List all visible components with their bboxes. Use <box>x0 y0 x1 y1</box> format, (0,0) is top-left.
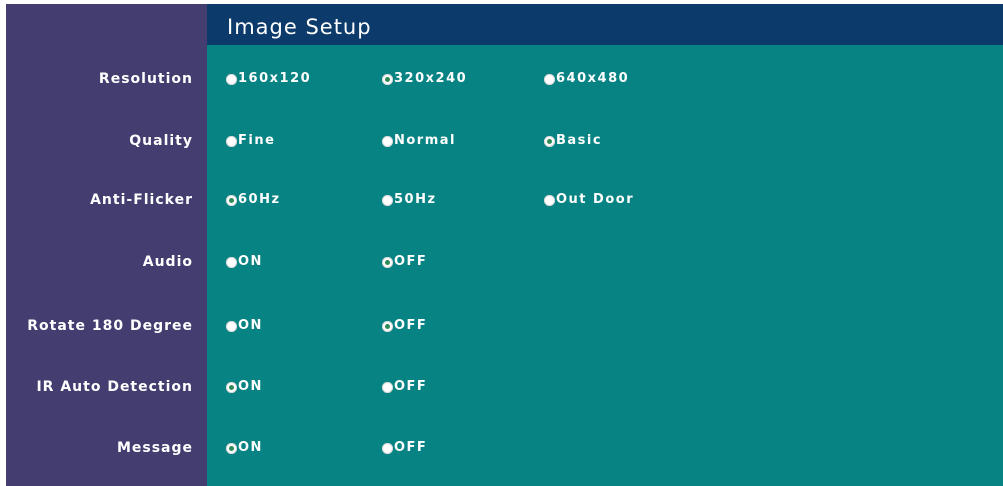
page-title: Image Setup <box>227 15 372 39</box>
audio-option-on[interactable]: ON <box>226 253 263 271</box>
image-setup-panel: Image Setup Resolution 160x120 320x240 640x… <box>6 4 1003 486</box>
anti-flicker-option-50hz[interactable]: 50Hz <box>382 191 437 209</box>
radio-unselected-icon[interactable] <box>226 73 237 85</box>
resolution-option-label: 640x480 <box>556 71 630 86</box>
anti-flicker-option-out-door[interactable]: Out Door <box>544 191 634 209</box>
ir-auto-detection-option-label: ON <box>238 379 263 394</box>
radio-unselected-icon[interactable] <box>382 381 393 393</box>
rotate-180-degree-label: Rotate 180 Degree <box>27 318 193 334</box>
quality-option-fine[interactable]: Fine <box>226 132 275 150</box>
radio-selected-icon[interactable] <box>226 442 237 454</box>
message-option-on[interactable]: ON <box>226 439 263 457</box>
radio-unselected-icon[interactable] <box>382 442 393 454</box>
radio-unselected-icon[interactable] <box>382 135 393 147</box>
radio-selected-icon[interactable] <box>382 320 393 332</box>
quality-option-label: Basic <box>556 133 603 148</box>
ir-auto-detection-option-off[interactable]: OFF <box>382 378 427 396</box>
radio-selected-icon[interactable] <box>544 135 555 147</box>
radio-selected-icon[interactable] <box>226 381 237 393</box>
rotate-180-degree-option-label: OFF <box>394 318 428 333</box>
radio-selected-icon[interactable] <box>226 194 237 206</box>
audio-label: Audio <box>142 254 193 270</box>
ir-auto-detection-option-label: OFF <box>394 379 428 394</box>
resolution-option-label: 320x240 <box>394 71 468 86</box>
rotate-180-degree-option-label: ON <box>238 318 263 333</box>
quality-option-label: Fine <box>238 133 276 148</box>
anti-flicker-option-60hz[interactable]: 60Hz <box>226 191 281 209</box>
audio-option-label: ON <box>238 254 263 269</box>
ir-auto-detection-option-on[interactable]: ON <box>226 378 263 396</box>
quality-option-label: Normal <box>394 133 456 148</box>
message-label: Message <box>116 440 193 456</box>
radio-unselected-icon[interactable] <box>226 135 237 147</box>
radio-unselected-icon[interactable] <box>544 194 555 206</box>
quality-label: Quality <box>129 133 193 149</box>
radio-unselected-icon[interactable] <box>226 320 237 332</box>
anti-flicker-option-label: 60Hz <box>238 192 281 207</box>
radio-unselected-icon[interactable] <box>226 256 237 268</box>
resolution-option-320x240[interactable]: 320x240 <box>382 70 467 88</box>
quality-option-basic[interactable]: Basic <box>544 132 602 150</box>
resolution-option-640x480[interactable]: 640x480 <box>544 70 629 88</box>
resolution-option-160x120[interactable]: 160x120 <box>226 70 311 88</box>
anti-flicker-option-label: 50Hz <box>394 192 437 207</box>
title-bar: Image Setup <box>207 4 1003 45</box>
radio-unselected-icon[interactable] <box>544 73 555 85</box>
message-option-label: OFF <box>394 440 428 455</box>
audio-option-label: OFF <box>394 254 428 269</box>
quality-option-normal[interactable]: Normal <box>382 132 456 150</box>
audio-option-off[interactable]: OFF <box>382 253 427 271</box>
radio-unselected-icon[interactable] <box>382 194 393 206</box>
message-option-off[interactable]: OFF <box>382 439 427 457</box>
message-option-label: ON <box>238 440 263 455</box>
resolution-option-label: 160x120 <box>238 71 312 86</box>
rotate-180-degree-option-on[interactable]: ON <box>226 317 263 335</box>
radio-selected-icon[interactable] <box>382 73 393 85</box>
rotate-180-degree-option-off[interactable]: OFF <box>382 317 427 335</box>
resolution-label: Resolution <box>98 71 193 87</box>
ir-auto-detection-label: IR Auto Detection <box>36 379 193 395</box>
radio-selected-icon[interactable] <box>382 256 393 268</box>
anti-flicker-label: Anti-Flicker <box>90 192 193 208</box>
anti-flicker-option-label: Out Door <box>556 192 635 207</box>
